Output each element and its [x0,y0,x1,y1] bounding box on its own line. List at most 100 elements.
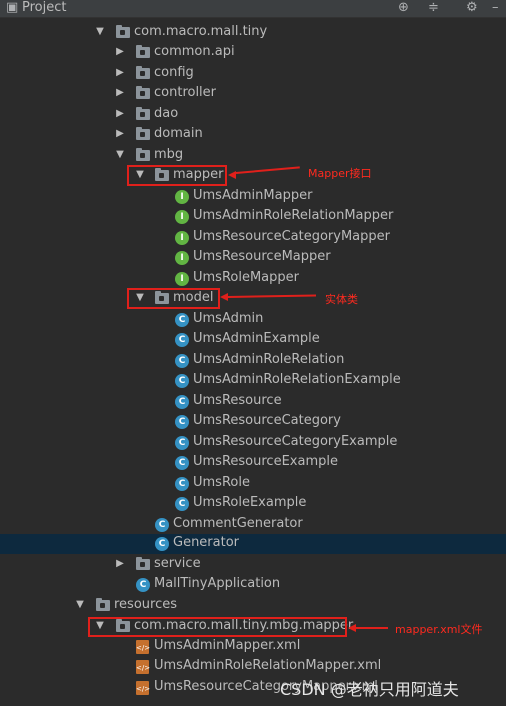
tree-node-resources[interactable]: ▼ resources [0,596,506,616]
annotation-arrowhead [348,624,356,632]
tree-node-label: Generator [173,535,240,550]
annotation-arrowhead [220,293,228,301]
tree-node-ums-role-example[interactable]: C UmsRoleExample [0,494,506,514]
tree-node-mapper[interactable]: ▼ mapper [0,166,506,186]
tree-node-label: UmsResourceCategoryMapper [193,229,390,244]
expanded-arrow-icon[interactable]: ▼ [94,26,106,37]
interface-icon: I [175,210,189,224]
annotation-entity-class: 实体类 [325,293,358,306]
tree-node-com-macro-mall-tiny[interactable]: ▼ com.macro.mall.tiny [0,23,506,43]
annotation-mapper-interface: Mapper接口 [308,167,372,180]
tree-node-ums-admin[interactable]: C UmsAdmin [0,310,506,330]
interface-icon: I [175,231,189,245]
tree-node-common-api[interactable]: ▶ common.api [0,43,506,63]
annotation-arrowhead [228,171,236,179]
locate-target-icon[interactable]: ⊕ [398,0,409,15]
class-icon: C [175,436,189,450]
tree-node-mbg[interactable]: ▼ mbg [0,146,506,166]
tree-node-label: UmsAdminExample [193,331,320,346]
highlight-box-mbg-mapper [88,617,347,637]
collapsed-arrow-icon[interactable]: ▶ [114,87,126,98]
tree-node-label: UmsRoleExample [193,495,307,510]
tree-node-label: UmsResourceCategory [193,413,341,428]
tree-node-label: UmsResourceMapper [193,249,331,264]
tree-node-label: dao [154,106,179,121]
annotation-mapper-xml: mapper.xml文件 [395,623,483,636]
class-icon: C [175,313,189,327]
interface-icon: I [175,272,189,286]
tree-node-generator[interactable]: C Generator [0,534,506,554]
package-folder-icon [136,148,150,161]
collapsed-arrow-icon[interactable]: ▶ [114,108,126,119]
settings-gear-icon[interactable]: ⚙ [466,0,478,15]
collapsed-arrow-icon[interactable]: ▶ [114,128,126,139]
tree-node-ums-resource-category[interactable]: C UmsResourceCategory [0,412,506,432]
tree-node-label: UmsAdminMapper [193,188,313,203]
collapsed-arrow-icon[interactable]: ▶ [114,46,126,57]
tree-node-ums-admin-example[interactable]: C UmsAdminExample [0,330,506,350]
tree-node-comment-generator[interactable]: C CommentGenerator [0,515,506,535]
tree-node-ums-resource-category-example[interactable]: C UmsResourceCategoryExample [0,433,506,453]
class-icon: C [175,333,189,347]
xml-file-icon: </> [136,640,150,654]
tree-node-config[interactable]: ▶ config [0,64,506,84]
class-icon: C [175,354,189,368]
package-folder-icon [136,107,150,120]
project-panel-header: ▣ Project ⊕ ≑ ⚙ – [0,0,506,18]
expanded-arrow-icon[interactable]: ▼ [114,149,126,160]
tree-node-label: common.api [154,44,235,59]
tree-node-ums-resource-example[interactable]: C UmsResourceExample [0,453,506,473]
package-folder-icon [136,127,150,140]
tree-node-label: UmsAdminRoleRelation [193,352,345,367]
expanded-arrow-icon[interactable]: ▼ [74,599,86,610]
project-icon: ▣ [6,0,19,15]
tree-node-ums-role-mapper[interactable]: I UmsRoleMapper [0,269,506,289]
spring-boot-app-icon: C [136,578,150,592]
tree-node-label: UmsRoleMapper [193,270,299,285]
hide-panel-icon[interactable]: – [492,0,499,15]
tree-node-label: UmsAdminMapper.xml [154,638,301,653]
class-icon: C [175,374,189,388]
tree-node-domain[interactable]: ▶ domain [0,125,506,145]
resources-folder-icon [96,598,110,611]
class-icon: C [175,395,189,409]
runnable-class-icon: C [155,537,169,551]
tree-node-dao[interactable]: ▶ dao [0,105,506,125]
tree-node-ums-admin-role-relation-example[interactable]: C UmsAdminRoleRelationExample [0,371,506,391]
tree-node-ums-role[interactable]: C UmsRole [0,474,506,494]
tree-node-ums-resource-mapper[interactable]: I UmsResourceMapper [0,248,506,268]
tree-node-label: service [154,556,201,571]
tree-node-label: UmsResourceExample [193,454,338,469]
collapsed-arrow-icon[interactable]: ▶ [114,67,126,78]
tree-node-label: UmsAdminRoleRelationExample [193,372,401,387]
tree-node-ums-resource[interactable]: C UmsResource [0,392,506,412]
class-icon: C [155,518,169,532]
tree-node-ums-admin-role-relation[interactable]: C UmsAdminRoleRelation [0,351,506,371]
xml-file-icon: </> [136,681,150,695]
tree-node-ums-resource-category-mapper[interactable]: I UmsResourceCategoryMapper [0,228,506,248]
tree-node-mall-tiny-application[interactable]: C MallTinyApplication [0,575,506,595]
tree-node-label: UmsAdmin [193,311,264,326]
tree-node-ums-admin-mapper-xml[interactable]: </> UmsAdminMapper.xml [0,637,506,657]
tree-node-label: mbg [154,147,184,162]
interface-icon: I [175,190,189,204]
tree-node-ums-admin-role-relation-mapper[interactable]: I UmsAdminRoleRelationMapper [0,207,506,227]
tree-node-label: UmsRole [193,475,250,490]
collapse-all-icon[interactable]: ≑ [428,0,439,15]
tree-node-label: MallTinyApplication [154,576,281,591]
interface-icon: I [175,251,189,265]
project-tree: ▼ com.macro.mall.tiny ▶ common.api ▶ con… [0,20,506,706]
package-folder-icon [136,66,150,79]
panel-title[interactable]: Project [22,0,66,15]
class-icon: C [175,477,189,491]
tree-node-ums-admin-mapper[interactable]: I UmsAdminMapper [0,187,506,207]
tree-node-ums-admin-role-relation-mapper-xml[interactable]: </> UmsAdminRoleRelationMapper.xml [0,657,506,677]
tree-node-label: CommentGenerator [173,516,303,531]
tree-node-controller[interactable]: ▶ controller [0,84,506,104]
xml-file-icon: </> [136,660,150,674]
tree-node-service[interactable]: ▶ service [0,555,506,575]
tree-node-model[interactable]: ▼ model [0,289,506,309]
collapsed-arrow-icon[interactable]: ▶ [114,558,126,569]
tree-node-label: UmsResource [193,393,282,408]
class-icon: C [175,415,189,429]
